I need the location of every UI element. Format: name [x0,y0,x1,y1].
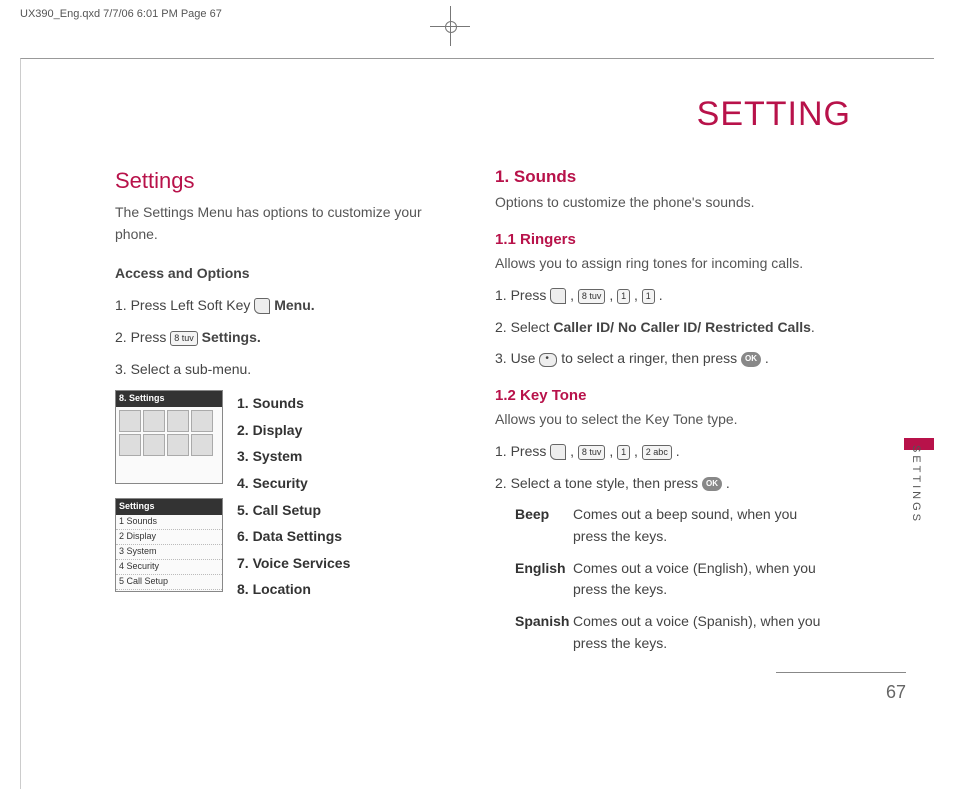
step-text: 1. Press Left Soft Key [115,297,254,313]
step-text: 3. Use [495,350,539,366]
ringers-heading: 1.1 Ringers [495,228,835,251]
key-icon: 2 abc [642,445,672,460]
page-num-line [776,672,906,673]
key-icon: 1 [617,289,630,304]
tone-row: Spanish Comes out a voice (Spanish), whe… [515,611,835,654]
step-text: 2. Select a tone style, then press [495,475,702,491]
submenu-item: 1. Sounds [237,390,350,417]
key-icon: 1 [617,445,630,460]
key-icon: 8 tuv [578,289,606,304]
submenu-block: 8. Settings Settings 1 Sounds 2 Display … [115,390,455,606]
phone-screens: 8. Settings Settings 1 Sounds 2 Display … [115,390,223,606]
softkey-icon [254,298,270,314]
settings-intro: The Settings Menu has options to customi… [115,202,455,245]
step-text: . [765,350,769,366]
screen-title: Settings [116,499,222,515]
submenu-item: 5. Call Setup [237,497,350,524]
submenu-item: 2. Display [237,417,350,444]
tone-label: Beep [515,504,573,547]
softkey-icon [550,444,566,460]
key-8-icon: 8 tuv [170,331,198,346]
tone-row: Beep Comes out a beep sound, when you pr… [515,504,835,547]
screen-list-item: 4 Security [116,560,222,575]
print-header: UX390_Eng.qxd 7/7/06 6:01 PM Page 67 [20,8,222,20]
tone-desc: Comes out a voice (English), when you pr… [573,558,835,601]
ringers-step-2: 2. Select Caller ID/ No Caller ID/ Restr… [495,317,835,339]
keytone-heading: 1.2 Key Tone [495,384,835,407]
settings-label: Settings. [202,329,261,345]
tone-row: English Comes out a voice (English), whe… [515,558,835,601]
crop-mark-icon [430,6,470,46]
step-text: . [811,319,815,335]
ok-icon: OK [702,477,722,491]
tone-desc: Comes out a voice (Spanish), when you pr… [573,611,835,654]
ok-icon: OK [741,352,761,366]
phone-screen-list: Settings 1 Sounds 2 Display 3 System 4 S… [115,498,223,592]
page-number: 67 [886,682,906,703]
screen-list-item: 5 Call Setup [116,575,222,590]
submenu-item: 8. Location [237,576,350,603]
ringers-step-1: 1. Press , 8 tuv , 1 , 1 . [495,285,835,307]
side-tab-label: SETTINGS [910,445,922,524]
menu-label: Menu. [274,297,314,313]
step-bold: Caller ID/ No Caller ID/ Restricted Call… [553,319,811,335]
access-heading: Access and Options [115,263,455,285]
screen-list-item: 1 Sounds [116,515,222,530]
keytone-step-2: 2. Select a tone style, then press OK . [495,473,835,495]
ringers-step-3: 3. Use to select a ringer, then press OK… [495,348,835,370]
submenu-item: 3. System [237,443,350,470]
left-column: Settings The Settings Menu has options t… [115,164,455,664]
ringers-desc: Allows you to assign ring tones for inco… [495,253,835,275]
step-text: . [726,475,730,491]
softkey-icon [550,288,566,304]
phone-screen-grid: 8. Settings [115,390,223,484]
keytone-step-1: 1. Press , 8 tuv , 1 , 2 abc . [495,441,835,463]
right-column: 1. Sounds Options to customize the phone… [495,164,905,664]
step-text: to select a ringer, then press [561,350,741,366]
key-icon: 8 tuv [578,445,606,460]
tone-table: Beep Comes out a beep sound, when you pr… [515,504,835,654]
tone-desc: Comes out a beep sound, when you press t… [573,504,835,547]
sounds-desc: Options to customize the phone's sounds. [495,192,835,214]
screen-list-item: 2 Display [116,530,222,545]
step-1: 1. Press Left Soft Key Menu. [115,295,455,317]
sounds-heading: 1. Sounds [495,164,835,190]
settings-heading: Settings [115,164,455,198]
nav-icon [539,353,557,367]
submenu-item: 6. Data Settings [237,523,350,550]
page-content: SETTING Settings The Settings Menu has o… [115,95,905,664]
step-text: 2. Press [115,329,170,345]
tone-label: English [515,558,573,601]
screen-list-item: 3 System [116,545,222,560]
submenu-list: 1. Sounds 2. Display 3. System 4. Securi… [237,390,350,606]
step-text: 1. Press [495,443,550,459]
keytone-desc: Allows you to select the Key Tone type. [495,409,835,431]
submenu-item: 4. Security [237,470,350,497]
step-text: 2. Select [495,319,553,335]
step-3: 3. Select a sub-menu. [115,359,455,381]
tone-label: Spanish [515,611,573,654]
submenu-item: 7. Voice Services [237,550,350,577]
section-title: SETTING [115,95,851,134]
step-text: 1. Press [495,287,550,303]
step-2: 2. Press 8 tuv Settings. [115,327,455,349]
key-icon: 1 [642,289,655,304]
screen-title: 8. Settings [116,391,222,407]
